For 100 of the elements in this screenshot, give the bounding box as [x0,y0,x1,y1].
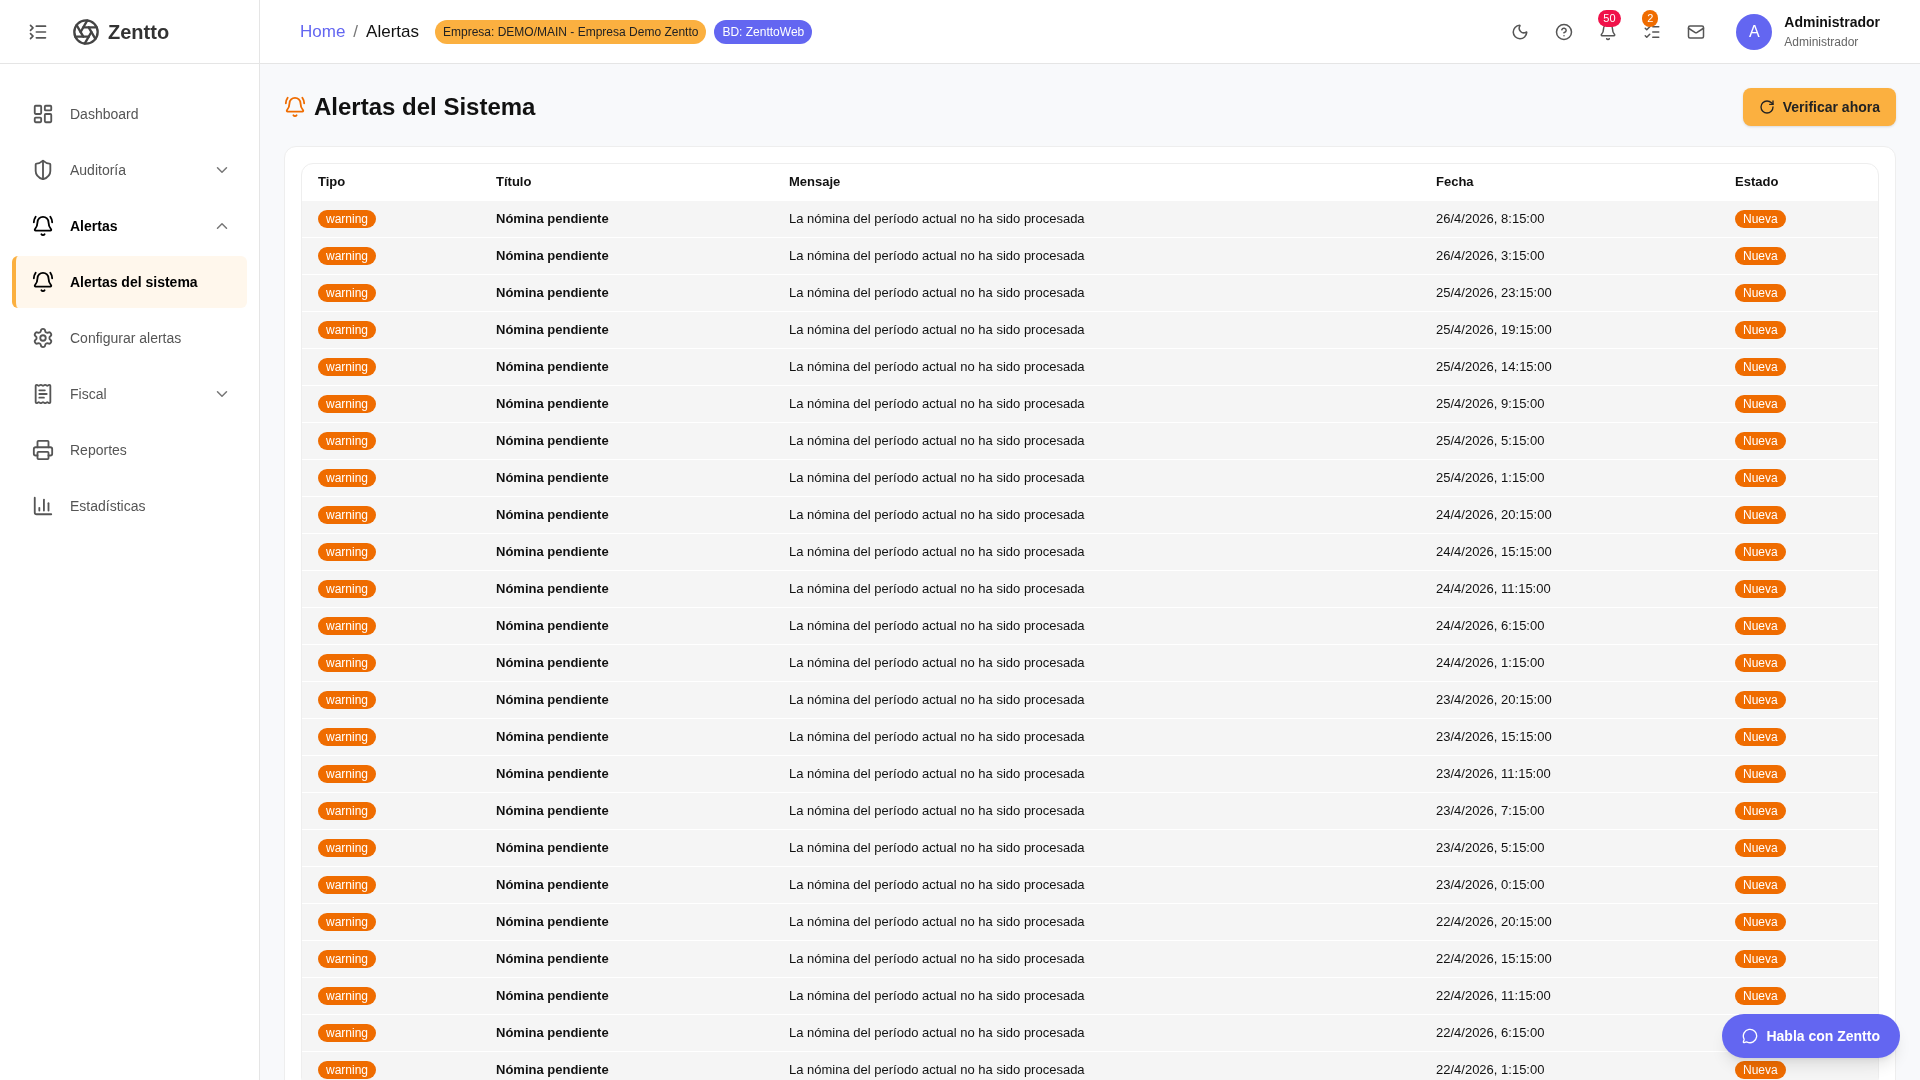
type-badge: warning [318,284,377,303]
help-icon [1555,22,1574,41]
user-name: Administrador [1784,13,1880,32]
table-cell-text: Nómina pendiente [496,469,610,488]
page-title: Alertas del Sistema [314,92,536,122]
table-cell-text: 23/4/2026, 15:15:00 [1436,728,1553,747]
table-cell-text: 25/4/2026, 9:15:00 [1436,395,1546,414]
breadcrumb-current: Alertas [366,20,419,43]
bell-icon [32,271,54,293]
column-header: Estado [1735,173,1780,192]
table-cell-text: Nómina pendiente [496,950,610,969]
sidebar-item[interactable]: Auditoría [12,144,247,196]
breadcrumb-link[interactable]: Home [300,18,346,45]
user-avatar[interactable]: A [1736,13,1773,50]
menu-icon[interactable] [28,21,48,42]
type-badge: warning [318,654,377,673]
type-badge: warning [318,358,377,377]
type-badge: warning [318,543,377,562]
type-badge: warning [318,617,377,636]
bell-icon [32,215,54,237]
table-cell-text: 22/4/2026, 1:15:00 [1436,1061,1546,1080]
table-cell-text: 24/4/2026, 6:15:00 [1436,617,1546,636]
status-badge: Nueva [1735,506,1786,525]
table-cell-text: La nómina del período actual no ha sido procesada [789,765,1086,784]
table-cell-text: La nómina del período actual no ha sido procesada [789,876,1086,895]
bar-chart-icon [32,495,54,517]
table-cell-text: Nómina pendiente [496,210,610,229]
status-badge: Nueva [1735,728,1786,747]
logo-icon [72,17,100,46]
table-cell-text: 23/4/2026, 0:15:00 [1436,876,1546,895]
table-cell-text: 23/4/2026, 20:15:00 [1436,691,1553,710]
status-badge: Nueva [1735,1061,1786,1080]
status-badge: Nueva [1735,950,1786,969]
table-cell-text: Nómina pendiente [496,395,610,414]
table-cell-text: La nómina del período actual no ha sido procesada [789,432,1086,451]
table-cell-text: 24/4/2026, 20:15:00 [1436,506,1553,525]
sidebar-item[interactable]: Fiscal [12,368,247,420]
table-cell-text: La nómina del período actual no ha sido procesada [789,987,1086,1006]
table-cell-text: La nómina del período actual no ha sido procesada [789,802,1086,821]
status-badge: Nueva [1735,210,1786,229]
table-cell-text: Nómina pendiente [496,1024,610,1043]
table-cell-text: 26/4/2026, 3:15:00 [1436,247,1546,266]
table-cell-text: Nómina pendiente [496,247,610,266]
column-header: Título [496,173,533,192]
status-badge: Nueva [1735,321,1786,340]
type-badge: warning [318,691,377,710]
status-badge: Nueva [1735,765,1786,784]
sidebar-item[interactable]: Dashboard [12,88,247,140]
status-badge: Nueva [1735,654,1786,673]
breadcrumb-separator: / [353,20,359,43]
chat-button[interactable]: Habla con Zentto [1722,1014,1900,1058]
status-badge: Nueva [1735,247,1786,266]
settings-icon [32,327,54,349]
count-badge: 50 [1598,9,1621,27]
type-badge: warning [318,913,377,932]
type-badge: warning [318,469,377,488]
type-badge: warning [318,1024,377,1043]
table-cell-text: Nómina pendiente [496,839,610,858]
table-cell-text: La nómina del período actual no ha sido procesada [789,543,1086,562]
table-cell-text: La nómina del período actual no ha sido procesada [789,950,1086,969]
status-badge: Nueva [1735,876,1786,895]
type-badge: warning [318,802,377,821]
type-badge: warning [318,765,377,784]
status-badge: Nueva [1735,358,1786,377]
table-cell-text: 22/4/2026, 11:15:00 [1436,987,1552,1006]
type-badge: warning [318,247,377,266]
table-cell-text: Nómina pendiente [496,654,610,673]
status-badge: Nueva [1735,469,1786,488]
table-cell-text: La nómina del período actual no ha sido procesada [789,358,1086,377]
sidebar-item[interactable]: Configurar alertas [12,312,247,364]
verify-button[interactable]: Verificar ahora [1742,88,1896,126]
shield-icon [32,159,54,181]
table-cell-text: 25/4/2026, 1:15:00 [1436,469,1546,488]
column-header: Mensaje [789,173,842,192]
type-badge: warning [318,876,377,895]
type-badge: warning [318,395,377,414]
dashboard-icon [32,103,54,125]
column-header: Tipo [318,173,347,192]
table-cell-text: La nómina del período actual no ha sido procesada [789,321,1086,340]
table-cell-text: La nómina del período actual no ha sido procesada [789,913,1086,932]
sidebar-item[interactable]: Reportes [12,424,247,476]
table-cell-text: La nómina del período actual no ha sido procesada [789,1024,1086,1043]
sidebar-item[interactable]: Alertas del sistema [12,256,247,308]
type-badge: warning [318,432,377,451]
refresh-icon [1758,99,1775,115]
table-cell-text: Nómina pendiente [496,765,610,784]
receipt-icon [32,383,54,405]
table-cell-text: La nómina del período actual no ha sido procesada [789,210,1086,229]
type-badge: warning [318,987,377,1006]
sidebar-item[interactable]: Estadísticas [12,480,247,532]
table-cell-text: 23/4/2026, 7:15:00 [1436,802,1546,821]
sidebar-item[interactable]: Alertas [12,200,247,252]
table-cell-text: La nómina del período actual no ha sido procesada [789,839,1086,858]
table-cell-text: La nómina del período actual no ha sido procesada [789,691,1086,710]
table-cell-text: 22/4/2026, 6:15:00 [1436,1024,1546,1043]
status-badge: Nueva [1735,284,1786,303]
table-cell-text: 22/4/2026, 15:15:00 [1436,950,1553,969]
table-cell-text: Nómina pendiente [496,1061,610,1080]
type-badge: warning [318,728,377,747]
table-cell-text: La nómina del período actual no ha sido procesada [789,247,1086,266]
